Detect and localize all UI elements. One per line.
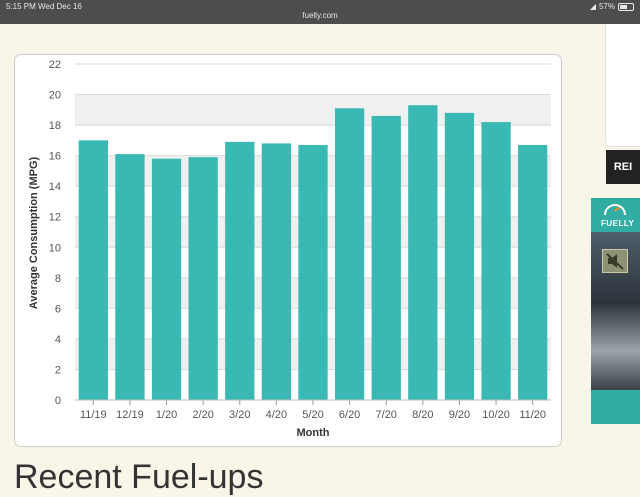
- x-tick-label: 11/20: [519, 409, 546, 421]
- y-axis-label: Average Consumption (MPG): [28, 156, 40, 309]
- battery-percentage: 57%: [598, 2, 615, 11]
- y-tick-label: 22: [49, 59, 61, 71]
- x-axis-label: Month: [297, 427, 330, 439]
- y-tick-label: 16: [49, 151, 61, 163]
- fuelly-ad[interactable]: FUELLY: [591, 198, 640, 424]
- x-tick-label: 11/19: [80, 409, 107, 421]
- y-tick-label: 6: [55, 303, 61, 315]
- y-tick-label: 18: [49, 120, 61, 132]
- y-tick-label: 0: [55, 395, 61, 407]
- bar-7-20[interactable]: [371, 115, 401, 400]
- y-tick-label: 20: [49, 90, 61, 102]
- speaker-muted-icon: [606, 253, 624, 270]
- status-date: Wed Dec 16: [38, 2, 82, 11]
- mute-button[interactable]: [602, 249, 628, 273]
- x-tick-label: 10/20: [482, 409, 510, 421]
- chart-card: 0 2 4 6 8 10 12 14 16 18 20 22 11/19 12/19 1/20 2/20 3/…: [14, 54, 562, 447]
- x-tick-label: 8/20: [412, 409, 433, 421]
- x-tick-label: 12/19: [116, 409, 144, 421]
- consumption-chart: 0 2 4 6 8 10 12 14 16 18 20 22 11/19 12/19 1/20 2/20 3/…: [28, 59, 551, 439]
- status-time: 5:15 PM: [6, 2, 36, 11]
- bar-11-19[interactable]: [78, 140, 108, 400]
- fuelly-gauge-icon: [604, 204, 626, 215]
- y-tick-label: 14: [49, 181, 61, 193]
- bar-8-20[interactable]: [408, 105, 438, 400]
- x-tick-label: 4/20: [266, 409, 287, 421]
- y-axis-ticks: 0 2 4 6 8 10 12 14 16 18 20 22: [49, 59, 61, 407]
- bar-10-20[interactable]: [481, 122, 511, 400]
- bar-9-20[interactable]: [444, 112, 475, 400]
- x-tick-label: 6/20: [339, 409, 360, 421]
- bar-12-19[interactable]: [115, 154, 145, 400]
- x-tick-label: 3/20: [229, 409, 250, 421]
- y-tick-label: 4: [55, 334, 61, 346]
- x-tick-label: 1/20: [156, 409, 177, 421]
- bar-6-20[interactable]: [334, 108, 365, 401]
- address-bar-url[interactable]: fuelly.com: [0, 11, 640, 20]
- bar-3-20[interactable]: [225, 141, 255, 400]
- sidebar-panel: [605, 24, 640, 147]
- y-tick-label: 8: [55, 273, 61, 285]
- bar-1-20[interactable]: [151, 158, 182, 400]
- status-bar: 5:15 PM Wed Dec 16 fuelly.com ◢ 57%: [0, 0, 640, 24]
- y-tick-label: 10: [49, 242, 61, 254]
- x-tick-label: 7/20: [376, 409, 397, 421]
- x-tick-label: 9/20: [449, 409, 470, 421]
- recent-fuelups-heading: Recent Fuel-ups: [14, 458, 264, 496]
- bar-5-20[interactable]: [298, 144, 328, 400]
- x-tick-label: 5/20: [302, 409, 323, 421]
- bar-11-20[interactable]: [518, 144, 548, 400]
- rei-logo[interactable]: REI: [606, 150, 640, 184]
- ad-image[interactable]: [591, 232, 640, 390]
- bar-4-20[interactable]: [261, 143, 292, 400]
- x-axis-ticks: 11/19 12/19 1/20 2/20 3/20 4/20 5/20 6/20 7/20 8/…: [75, 399, 551, 421]
- y-tick-label: 2: [55, 364, 61, 376]
- x-tick-label: 2/20: [192, 409, 213, 421]
- wifi-icon: ◢: [589, 2, 596, 11]
- battery-icon: [618, 2, 634, 11]
- bar-2-20[interactable]: [188, 157, 218, 400]
- grid-band: [75, 94, 551, 126]
- fuelly-brand: FUELLY: [601, 219, 635, 228]
- y-tick-label: 12: [49, 212, 61, 224]
- status-indicators: ◢ 57%: [590, 2, 634, 11]
